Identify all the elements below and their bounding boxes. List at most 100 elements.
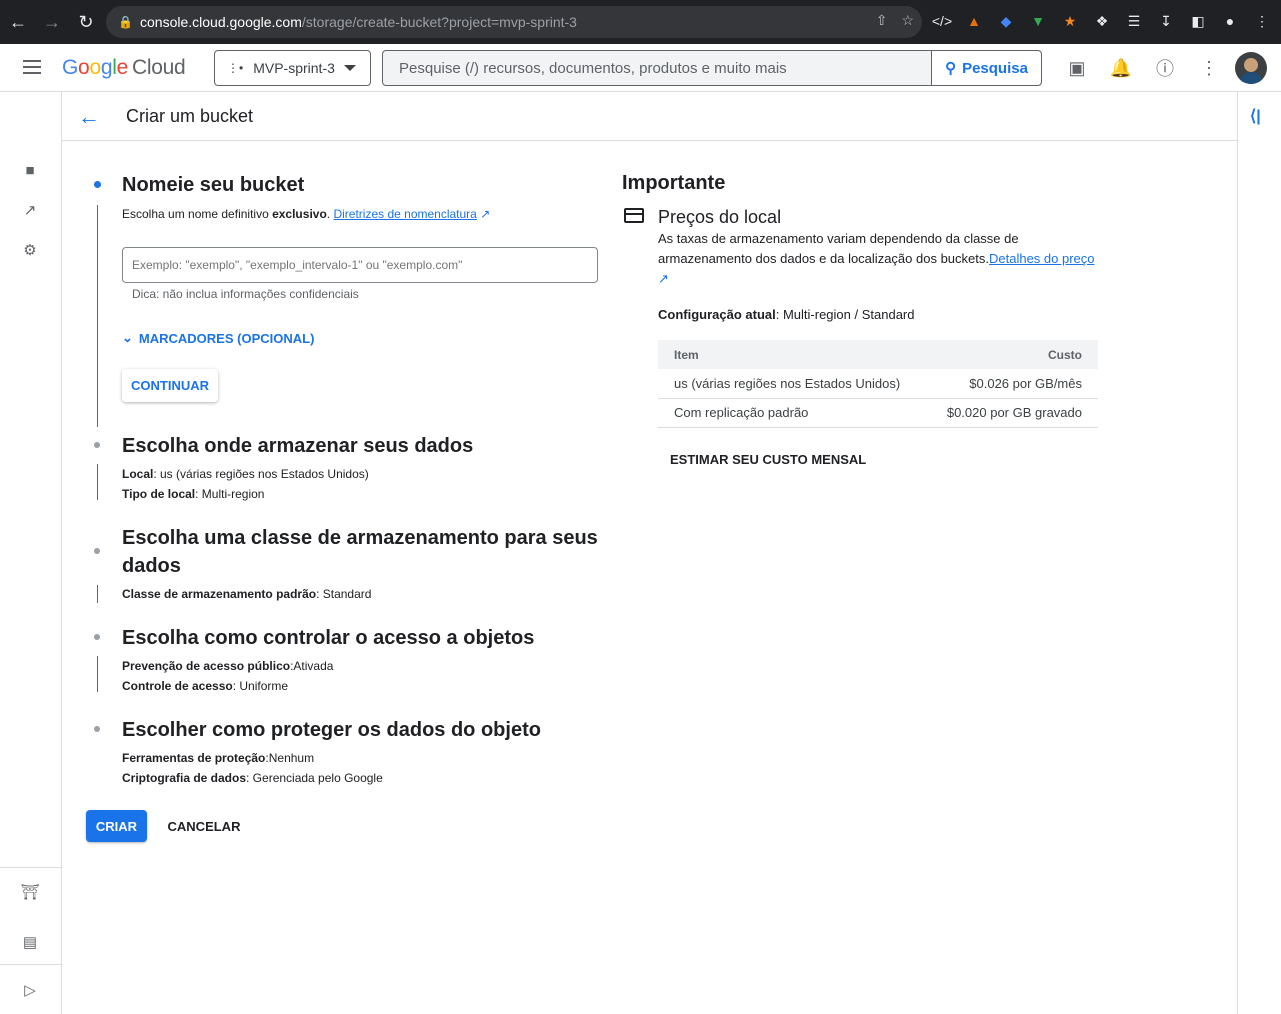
credit-card-icon [624, 208, 644, 223]
column-header-item: Item [658, 340, 926, 369]
back-nav-icon[interactable]: ← [2, 6, 34, 38]
media-list-icon[interactable]: ☰ [1123, 10, 1145, 32]
lock-icon: 🔒 [118, 15, 133, 29]
storage-class-summary: Classe de armazenamento padrão: Standard [122, 587, 372, 601]
extensions-puzzle-icon[interactable]: ❖ [1091, 10, 1113, 32]
search-icon: ⚲ [945, 60, 957, 77]
pricing-details-link[interactable]: Detalhes do preço [989, 251, 1095, 266]
labels-optional-toggle[interactable]: ⌄ MARCADORES (OPCIONAL) [122, 330, 314, 346]
step1-title: Nomeie seu bucket [122, 174, 305, 196]
marketplace-cart-icon[interactable]: ⛩ [18, 880, 42, 904]
profile-avatar-icon[interactable]: ● [1219, 10, 1241, 32]
step4-title: Escolha como controlar o acesso a objeto… [122, 627, 535, 649]
bucket-icon[interactable]: ■ [18, 158, 42, 182]
chevron-down-icon: ⌄ [122, 330, 133, 345]
pricing-title: Preços do local [658, 207, 782, 227]
share-icon[interactable]: ⇧ [876, 12, 888, 29]
bucket-name-input[interactable] [122, 247, 598, 283]
step-connector [97, 464, 98, 500]
cloud-shell-icon[interactable]: ▣ [1055, 52, 1099, 84]
extension-shield-icon[interactable]: ▼ [1027, 10, 1049, 32]
expand-rail-icon[interactable]: ▷ [18, 978, 42, 1002]
search-button-label: Pesquisa [962, 59, 1028, 77]
settings-gear-icon[interactable]: ⚙ [18, 238, 42, 262]
chrome-menu-icon[interactable]: ⋮ [1251, 10, 1273, 32]
step-indicator [94, 726, 100, 732]
notifications-bell-icon[interactable]: 🔔 [1099, 52, 1143, 84]
column-header-cost: Custo [925, 340, 1098, 369]
location-type-summary: Tipo de local: Multi-region [122, 487, 265, 501]
public-access-summary: Prevenção de acesso público:Ativada [122, 659, 334, 673]
estimate-monthly-cost-button[interactable]: ESTIMAR SEU CUSTO MENSAL [670, 452, 866, 467]
labels-toggle-label: MARCADORES (OPCIONAL) [138, 330, 315, 346]
step-indicator [94, 548, 100, 554]
extension-code-icon[interactable]: </> [931, 10, 953, 32]
naming-guidelines-link[interactable]: Diretrizes de nomenclatura [333, 207, 476, 221]
table-row: Com replicação padrão $0.020 por GB grav… [658, 398, 1098, 428]
current-config: Configuração atual: Multi-region / Stand… [658, 307, 915, 322]
hamburger-menu-icon[interactable] [16, 56, 48, 80]
step1-description: Escolha um nome definitivo exclusivo. Di… [122, 207, 491, 221]
extension-diamond-icon[interactable]: ◆ [995, 10, 1017, 32]
reload-icon[interactable]: ↻ [70, 6, 102, 38]
help-icon[interactable]: ⓘ [1143, 52, 1187, 84]
table-cell: $0.020 por GB gravado [925, 398, 1098, 428]
protection-tools-summary: Ferramentas de proteção:Nenhum [122, 751, 315, 765]
input-hint: Dica: não inclua informações confidencia… [132, 287, 359, 301]
project-name: MVP-sprint-3 [253, 60, 335, 76]
cloud-console-header: Google Cloud ⋮• MVP-sprint-3 Pesquise (/)… [0, 44, 1281, 92]
location-summary: Local: us (várias regiões nos Estados Un… [122, 467, 369, 481]
forward-nav-icon[interactable]: → [36, 6, 68, 38]
create-button[interactable]: CRIAR [86, 810, 147, 842]
step-indicator-active [94, 181, 101, 188]
pricing-description: As taxas de armazenamento variam depende… [658, 231, 1095, 286]
caret-down-icon [344, 65, 356, 71]
access-control-summary: Controle de acesso: Uniforme [122, 679, 289, 693]
collapse-panel-icon[interactable]: ⟨| [1250, 106, 1261, 126]
page-header: ← Criar um bucket [62, 92, 1237, 141]
step-connector [97, 585, 98, 603]
extension-fox-icon[interactable]: ★ [1059, 10, 1081, 32]
step-connector [97, 656, 98, 692]
step-indicator [94, 442, 100, 448]
left-nav-rail: ■ ↗ ⚙ ⛩ ▤ ▷ [0, 92, 62, 1014]
avatar[interactable] [1235, 52, 1267, 84]
right-info-rail: ⟨| [1237, 92, 1281, 1014]
table-cell: us (várias regiões nos Estados Unidos) [658, 369, 926, 399]
step3-title-line1: Escolha uma classe de armazenamento para… [122, 527, 598, 549]
pricing-table: Item Custo us (várias regiões nos Estado… [658, 340, 1098, 428]
search-input[interactable]: Pesquise (/) recursos, documentos, produ… [382, 50, 1042, 86]
browser-toolbar: ← → ↻ 🔒 console.cloud.google.com/storage… [0, 0, 1281, 44]
download-icon[interactable]: ↧ [1155, 10, 1177, 32]
encryption-summary: Criptografia de dados: Gerenciada pelo G… [122, 771, 383, 785]
project-selector[interactable]: ⋮• MVP-sprint-3 [214, 50, 371, 86]
external-link-icon: ↗ [658, 271, 669, 286]
more-vert-icon[interactable]: ⋮ [1187, 52, 1231, 84]
extension-flame-icon[interactable]: ▲ [963, 10, 985, 32]
back-arrow-icon[interactable]: ← [78, 104, 100, 130]
step-connector [97, 205, 98, 427]
step2-title: Escolha onde armazenar seus dados [122, 435, 474, 457]
table-row: us (várias regiões nos Estados Unidos) $… [658, 369, 1098, 399]
cancel-button[interactable]: CANCELAR [164, 810, 244, 842]
storage-product-icon[interactable] [14, 104, 46, 128]
address-bar[interactable]: 🔒 console.cloud.google.com/storage/creat… [106, 6, 922, 38]
step5-title: Escolher como proteger os dados do objet… [122, 719, 541, 741]
search-button[interactable]: ⚲ Pesquisa [931, 51, 1041, 85]
external-link-icon: ↗ [480, 207, 491, 221]
extensions-bar: </> ▲ ◆ ▼ ★ ❖ ☰ ↧ ◧ ● ⋮ [931, 10, 1273, 32]
release-notes-icon[interactable]: ▤ [18, 930, 42, 954]
url-text: console.cloud.google.com/storage/create-… [140, 14, 577, 30]
important-heading: Importante [622, 172, 726, 194]
sidepanel-icon[interactable]: ◧ [1187, 10, 1209, 32]
monitoring-chart-icon[interactable]: ↗ [18, 198, 42, 222]
table-cell: $0.026 por GB/mês [925, 369, 1098, 399]
search-placeholder: Pesquise (/) recursos, documentos, produ… [399, 60, 787, 77]
page-title: Criar um bucket [126, 106, 254, 126]
step-indicator [94, 634, 100, 640]
step3-title-line2: dados [122, 555, 181, 577]
google-cloud-logo[interactable]: Google Cloud [62, 56, 186, 80]
bookmark-star-icon[interactable]: ☆ [901, 12, 914, 29]
continue-button[interactable]: CONTINUAR [122, 369, 218, 402]
project-hierarchy-icon: ⋮• [227, 61, 244, 75]
